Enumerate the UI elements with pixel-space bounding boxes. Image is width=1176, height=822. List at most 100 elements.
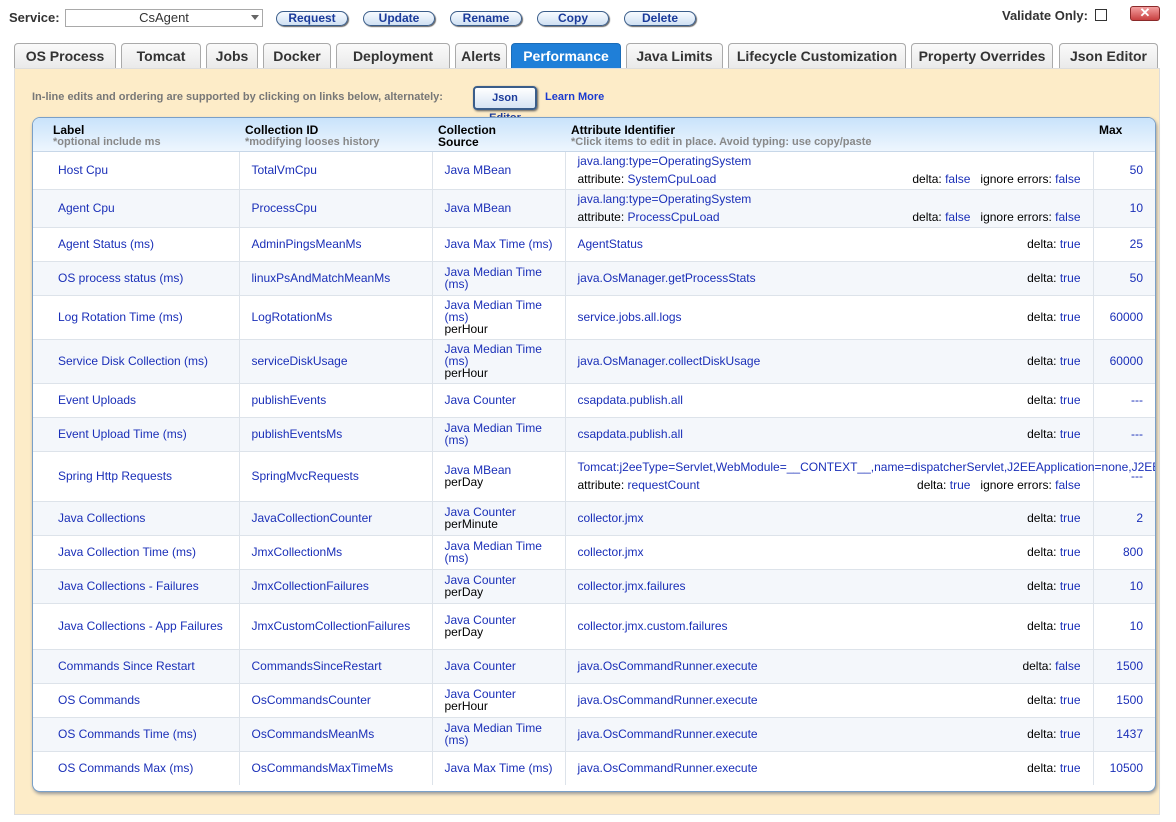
attribute-name-link[interactable]: requestCount bbox=[628, 478, 700, 492]
row-collection-id-cell[interactable]: CommandsSinceRestart bbox=[239, 648, 433, 683]
delta-value-link[interactable]: true bbox=[1060, 310, 1081, 324]
row-attribute-cell[interactable]: java.OsCommandRunner.execute delta: false bbox=[565, 648, 1094, 683]
row-max-cell[interactable]: --- bbox=[1093, 416, 1155, 451]
attribute-identifier-link[interactable]: java.lang:type=OperatingSystem bbox=[578, 193, 1081, 205]
row-label-cell[interactable]: Host Cpu bbox=[33, 150, 240, 189]
row-label-cell[interactable]: OS Commands Time (ms) bbox=[33, 716, 240, 751]
collection-id-link[interactable]: TotalVmCpu bbox=[252, 163, 317, 177]
row-label-link[interactable]: Service Disk Collection (ms) bbox=[58, 354, 208, 368]
row-attribute-cell[interactable]: java.OsCommandRunner.execute delta: true bbox=[565, 750, 1094, 785]
collection-source-link[interactable]: Java Counter bbox=[445, 660, 565, 672]
collection-id-link[interactable]: JavaCollectionCounter bbox=[252, 511, 373, 525]
row-collection-id-cell[interactable]: JmxCollectionFailures bbox=[239, 568, 433, 603]
row-label-cell[interactable]: OS Commands Max (ms) bbox=[33, 750, 240, 785]
row-label-link[interactable]: Host Cpu bbox=[58, 163, 108, 177]
row-label-link[interactable]: Java Collections - App Failures bbox=[58, 619, 223, 633]
row-collection-id-cell[interactable]: AdminPingsMeanMs bbox=[239, 226, 433, 261]
max-value-link[interactable]: 50 bbox=[1130, 271, 1143, 285]
max-value-link[interactable]: 10500 bbox=[1110, 761, 1143, 775]
row-attribute-cell[interactable]: csapdata.publish.all delta: true bbox=[565, 382, 1094, 417]
attribute-name-link[interactable]: ProcessCpuLoad bbox=[628, 210, 720, 224]
attribute-identifier-link[interactable]: java.OsCommandRunner.execute bbox=[578, 762, 758, 774]
max-value-link[interactable]: 1500 bbox=[1116, 659, 1143, 673]
row-attribute-cell[interactable]: java.lang:type=OperatingSystem attribute:… bbox=[565, 150, 1094, 189]
tab-java-limits[interactable]: Java Limits bbox=[626, 43, 723, 69]
collection-id-link[interactable]: JmxCollectionMs bbox=[252, 545, 343, 559]
delta-value-link[interactable]: true bbox=[1060, 579, 1081, 593]
collection-id-link[interactable]: AdminPingsMeanMs bbox=[252, 237, 362, 251]
attribute-identifier-link[interactable]: AgentStatus bbox=[578, 238, 643, 250]
collection-source-link[interactable]: Java MBean bbox=[445, 202, 565, 214]
tab-os-process[interactable]: OS Process bbox=[14, 43, 116, 69]
delta-value-link[interactable]: true bbox=[1060, 511, 1081, 525]
collection-id-link[interactable]: LogRotationMs bbox=[252, 310, 333, 324]
row-label-cell[interactable]: Event Upload Time (ms) bbox=[33, 416, 240, 451]
collection-id-link[interactable]: OsCommandsMeanMs bbox=[252, 727, 375, 741]
row-label-link[interactable]: Spring Http Requests bbox=[58, 469, 172, 483]
attribute-identifier-link[interactable]: java.lang:type=OperatingSystem bbox=[578, 155, 1081, 167]
row-label-cell[interactable]: Agent Status (ms) bbox=[33, 226, 240, 261]
row-label-cell[interactable]: Agent Cpu bbox=[33, 188, 240, 227]
collection-id-link[interactable]: publishEvents bbox=[252, 393, 327, 407]
delta-value-link[interactable]: true bbox=[1060, 619, 1081, 633]
row-attribute-cell[interactable]: java.OsManager.getProcessStats delta: tru… bbox=[565, 260, 1094, 295]
row-collection-id-cell[interactable]: LogRotationMs bbox=[239, 294, 433, 339]
row-attribute-cell[interactable]: java.OsCommandRunner.execute delta: true bbox=[565, 716, 1094, 751]
delta-value-link[interactable]: true bbox=[1060, 693, 1081, 707]
row-source-cell[interactable]: Java Counter perHour bbox=[432, 682, 566, 717]
tab-performance[interactable]: Performance bbox=[511, 43, 621, 69]
validate-only-checkbox[interactable] bbox=[1095, 9, 1107, 21]
delta-value-link[interactable]: true bbox=[1060, 427, 1081, 441]
json-editor-button[interactable]: Json Editor bbox=[473, 86, 537, 124]
row-max-cell[interactable]: 1437 bbox=[1093, 716, 1155, 751]
close-icon[interactable]: ✕ bbox=[1130, 6, 1160, 21]
row-label-cell[interactable]: OS process status (ms) bbox=[33, 260, 240, 295]
max-value-link[interactable]: 10 bbox=[1130, 579, 1143, 593]
delta-value-link[interactable]: true bbox=[950, 478, 971, 492]
ignore-errors-value-link[interactable]: false bbox=[1055, 172, 1080, 186]
row-label-link[interactable]: Log Rotation Time (ms) bbox=[58, 310, 183, 324]
tab-property-overrides[interactable]: Property Overrides bbox=[911, 43, 1053, 69]
row-source-cell[interactable]: Java Median Time (ms) perHour bbox=[432, 294, 566, 339]
row-source-cell[interactable]: Java Counter bbox=[432, 382, 566, 417]
delta-value-link[interactable]: false bbox=[1055, 659, 1080, 673]
row-attribute-cell[interactable]: collector.jmx.failures delta: true bbox=[565, 568, 1094, 603]
collection-id-link[interactable]: JmxCollectionFailures bbox=[252, 579, 369, 593]
row-label-cell[interactable]: Java Collections bbox=[33, 500, 240, 535]
row-max-cell[interactable]: 1500 bbox=[1093, 682, 1155, 717]
row-attribute-cell[interactable]: csapdata.publish.all delta: true bbox=[565, 416, 1094, 451]
max-value-link[interactable]: 60000 bbox=[1110, 354, 1143, 368]
row-max-cell[interactable]: 60000 bbox=[1093, 338, 1155, 383]
row-label-link[interactable]: Event Upload Time (ms) bbox=[58, 427, 187, 441]
copy-button[interactable]: Copy bbox=[537, 11, 609, 26]
row-max-cell[interactable]: --- bbox=[1093, 382, 1155, 417]
row-collection-id-cell[interactable]: JmxCollectionMs bbox=[239, 534, 433, 569]
delta-value-link[interactable]: true bbox=[1060, 271, 1081, 285]
tab-deployment[interactable]: Deployment bbox=[336, 43, 450, 69]
ignore-errors-value-link[interactable]: false bbox=[1055, 210, 1080, 224]
row-label-link[interactable]: OS Commands Max (ms) bbox=[58, 761, 193, 775]
collection-id-link[interactable]: OsCommandsCounter bbox=[252, 693, 371, 707]
row-source-cell[interactable]: Java Median Time (ms) bbox=[432, 416, 566, 451]
row-source-cell[interactable]: Java Median Time (ms) perHour bbox=[432, 338, 566, 383]
row-source-cell[interactable]: Java MBean bbox=[432, 188, 566, 227]
delta-value-link[interactable]: true bbox=[1060, 393, 1081, 407]
tab-jobs[interactable]: Jobs bbox=[206, 43, 258, 69]
collection-source-link[interactable]: Java Median Time (ms) bbox=[445, 299, 565, 323]
max-value-link[interactable]: 10 bbox=[1130, 619, 1143, 633]
row-max-cell[interactable]: 50 bbox=[1093, 260, 1155, 295]
max-value-link[interactable]: --- bbox=[1131, 469, 1143, 483]
delta-value-link[interactable]: true bbox=[1060, 545, 1081, 559]
collection-source-link[interactable]: Java Median Time (ms) bbox=[445, 722, 565, 746]
delta-value-link[interactable]: false bbox=[945, 210, 970, 224]
row-label-link[interactable]: Agent Cpu bbox=[58, 201, 115, 215]
attribute-identifier-link[interactable]: java.OsCommandRunner.execute bbox=[578, 694, 758, 706]
row-attribute-cell[interactable]: collector.jmx delta: true bbox=[565, 500, 1094, 535]
row-source-cell[interactable]: Java Median Time (ms) bbox=[432, 716, 566, 751]
delta-value-link[interactable]: true bbox=[1060, 237, 1081, 251]
row-attribute-cell[interactable]: java.OsCommandRunner.execute delta: true bbox=[565, 682, 1094, 717]
collection-source-link[interactable]: Java Counter bbox=[445, 394, 565, 406]
service-select[interactable]: CsAgent bbox=[65, 9, 263, 27]
row-attribute-cell[interactable]: java.OsManager.collectDiskUsage delta: tr… bbox=[565, 338, 1094, 383]
collection-source-link[interactable]: Java MBean bbox=[445, 164, 565, 176]
